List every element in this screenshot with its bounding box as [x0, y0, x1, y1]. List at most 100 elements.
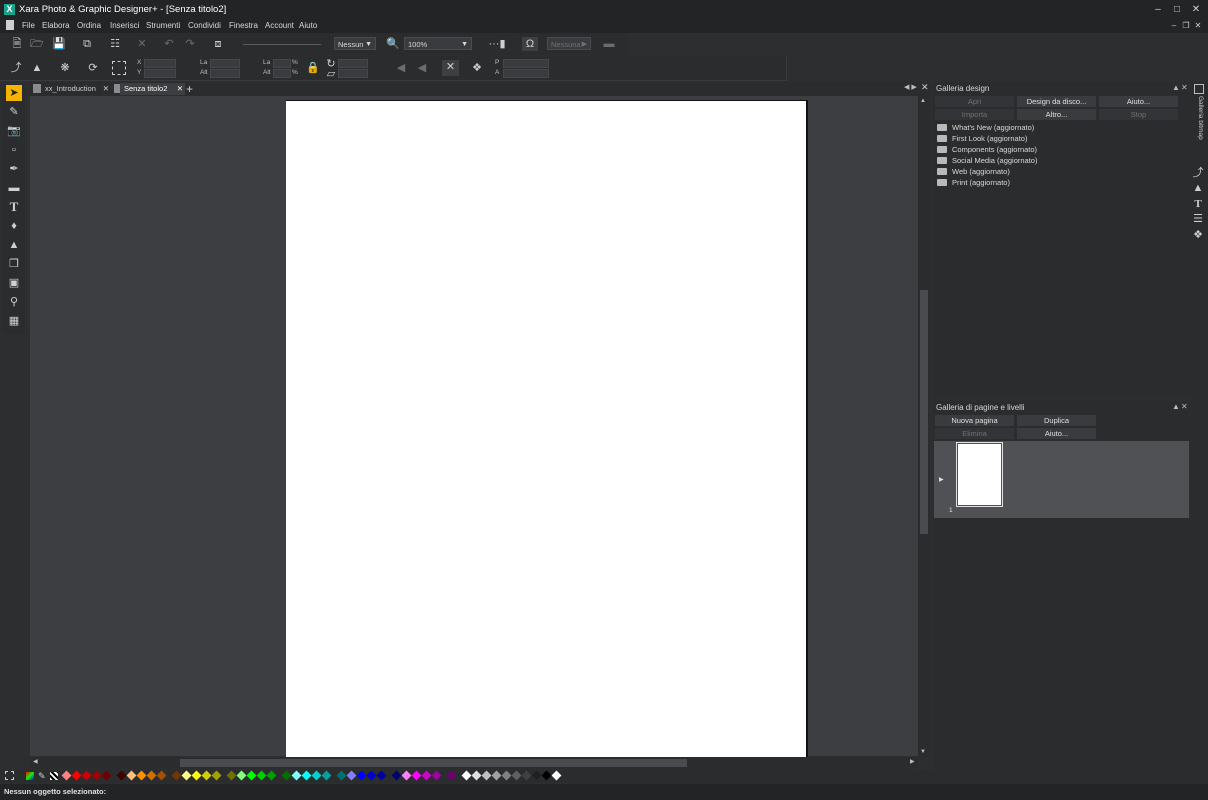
- fill-bucket-icon[interactable]: ▲: [30, 61, 44, 75]
- folder-print[interactable]: Print (aggiornato): [937, 178, 1010, 187]
- transparency-tool-icon[interactable]: ▲: [6, 237, 22, 253]
- transparency-slider[interactable]: [243, 44, 321, 45]
- menu-ordina[interactable]: Ordina: [77, 21, 101, 30]
- shear-field[interactable]: [338, 69, 368, 78]
- undo-icon[interactable]: ↶: [162, 37, 176, 51]
- menu-file[interactable]: File: [22, 21, 35, 30]
- flip-horizontal-icon[interactable]: ◀: [394, 61, 408, 75]
- shear-icon[interactable]: ▱: [324, 67, 338, 81]
- y-field[interactable]: [144, 69, 176, 78]
- tab-close-icon[interactable]: ✕: [103, 83, 109, 95]
- scale-lines-icon[interactable]: ✕: [442, 60, 459, 76]
- bitmap-gallery-tab[interactable]: Galleria bitmap: [1190, 96, 1204, 146]
- pages-help-button[interactable]: Aiuto...: [1017, 428, 1096, 439]
- tab-senza-titolo2[interactable]: Senza titolo2 ✕: [120, 83, 185, 95]
- flip-vertical-icon[interactable]: ◀: [415, 61, 429, 75]
- menu-inserisci[interactable]: Inserisci: [110, 21, 139, 30]
- rotation-field[interactable]: [338, 59, 368, 68]
- document-page[interactable]: [286, 100, 808, 759]
- paste-icon[interactable]: ☷: [108, 37, 122, 51]
- new-document-icon[interactable]: 🗎: [10, 37, 24, 51]
- no-color-icon[interactable]: [5, 771, 14, 780]
- menu-finestra[interactable]: Finestra: [229, 21, 258, 30]
- panel-close-icon[interactable]: ✕: [1181, 83, 1188, 92]
- help-button[interactable]: Aiuto...: [1099, 96, 1178, 107]
- close-icon[interactable]: ✕: [1188, 3, 1204, 16]
- redo-icon[interactable]: ↷: [183, 37, 197, 51]
- line-gallery-icon[interactable]: ⤴: [1191, 166, 1205, 180]
- scroll-up-icon[interactable]: ▲: [920, 98, 926, 104]
- scroll-left-icon[interactable]: ◀: [33, 758, 38, 765]
- lock-aspect-icon[interactable]: 🔒: [306, 61, 320, 75]
- close-document-icon[interactable]: ✕: [921, 82, 929, 93]
- zoom-icon[interactable]: 🔍: [386, 37, 400, 51]
- font-gallery-icon[interactable]: T: [1191, 197, 1205, 211]
- duplicate-button[interactable]: Duplica: [1017, 415, 1096, 426]
- menu-strumenti[interactable]: Strumenti: [146, 21, 180, 30]
- pen-icon[interactable]: ✒: [6, 161, 22, 177]
- document-menu-icon[interactable]: [6, 20, 14, 30]
- photo-brush-icon[interactable]: ✎: [6, 104, 22, 120]
- expand-icon[interactable]: ▶: [939, 476, 944, 483]
- frame-tool-icon[interactable]: ▣: [6, 275, 22, 291]
- copy-icon[interactable]: ⧉: [80, 37, 94, 51]
- names-gallery-icon[interactable]: ❖: [1191, 228, 1205, 242]
- eyedropper-icon[interactable]: ✎: [38, 771, 46, 782]
- transform-icon[interactable]: ⧈: [211, 37, 225, 51]
- fill-tool-icon[interactable]: ♦: [6, 218, 22, 234]
- panel-icon[interactable]: ▬: [602, 37, 616, 51]
- design-from-disc-button[interactable]: Design da disco...: [1017, 96, 1096, 107]
- other-button[interactable]: Altro...: [1017, 109, 1096, 120]
- camera-icon[interactable]: 📷: [6, 123, 22, 139]
- doc-close-icon[interactable]: ✕: [1190, 19, 1206, 32]
- effects-gallery-icon[interactable]: ☰: [1191, 212, 1205, 226]
- pin-icon[interactable]: ▲: [1172, 402, 1180, 411]
- width-field[interactable]: [210, 59, 240, 68]
- menu-account[interactable]: Account: [265, 21, 294, 30]
- tab-xx-introduction[interactable]: xx_Introduction ✕: [41, 83, 111, 95]
- delete-icon[interactable]: ✕: [135, 37, 149, 51]
- scroll-right-icon[interactable]: ▶: [910, 758, 915, 765]
- color-editor-icon[interactable]: [26, 772, 34, 780]
- eraser-icon[interactable]: ▫: [6, 142, 22, 158]
- save-icon[interactable]: 💾: [52, 37, 66, 51]
- minimize-icon[interactable]: –: [1150, 3, 1166, 16]
- scroll-down-icon[interactable]: ▼: [920, 749, 926, 755]
- add-tab-icon[interactable]: +: [186, 82, 193, 96]
- folder-web[interactable]: Web (aggiornato): [937, 167, 1010, 176]
- rectangle-icon[interactable]: ▬: [6, 180, 22, 196]
- quality-slider-icon[interactable]: ···▮: [484, 37, 510, 51]
- zoom-dropdown[interactable]: 100% ▼: [404, 37, 472, 50]
- table-tool-icon[interactable]: ▦: [6, 313, 22, 329]
- text-tool-icon[interactable]: T: [6, 199, 22, 215]
- maximize-icon[interactable]: □: [1169, 3, 1185, 16]
- menu-elabora[interactable]: Elabora: [42, 21, 70, 30]
- scale-width-field[interactable]: [273, 59, 291, 68]
- stop-button[interactable]: Stop: [1099, 109, 1178, 120]
- folder-whats-new[interactable]: What's New (aggiornato): [937, 123, 1034, 132]
- none-button[interactable]: Nessuna ▶: [547, 37, 591, 50]
- import-button[interactable]: Importa: [935, 109, 1014, 120]
- tab-nav-icons[interactable]: ◀ ▶: [904, 83, 917, 91]
- blend-dropdown[interactable]: Nessun ▼: [334, 37, 376, 50]
- fill-gallery-icon[interactable]: ▲: [1191, 181, 1205, 195]
- pin-icon[interactable]: ▲: [1172, 83, 1180, 92]
- shadow-tool-icon[interactable]: ❐: [6, 256, 22, 272]
- height-field[interactable]: [210, 69, 240, 78]
- panel-close-icon[interactable]: ✕: [1181, 402, 1188, 411]
- shape-editor-icon[interactable]: ⤴: [9, 61, 23, 75]
- delete-page-button[interactable]: Elimina: [935, 428, 1014, 439]
- folder-first-look[interactable]: First Look (aggiornato): [937, 134, 1027, 143]
- new-page-button[interactable]: Nuova pagina: [935, 415, 1014, 426]
- folder-social-media[interactable]: Social Media (aggiornato): [937, 156, 1037, 165]
- rotate-tool-icon[interactable]: ⟳: [86, 61, 100, 75]
- snap-magnet-icon[interactable]: Ω: [522, 37, 538, 51]
- scale-height-field[interactable]: [273, 69, 291, 78]
- vertical-scroll-thumb[interactable]: [920, 290, 928, 534]
- folder-components[interactable]: Components (aggiornato): [937, 145, 1037, 154]
- x-field[interactable]: [144, 59, 176, 68]
- tag-icon[interactable]: ❖: [470, 61, 484, 75]
- menu-aiuto[interactable]: Aiuto: [299, 21, 317, 30]
- menu-condividi[interactable]: Condividi: [188, 21, 221, 30]
- selector-tool-icon[interactable]: ➤: [6, 85, 22, 101]
